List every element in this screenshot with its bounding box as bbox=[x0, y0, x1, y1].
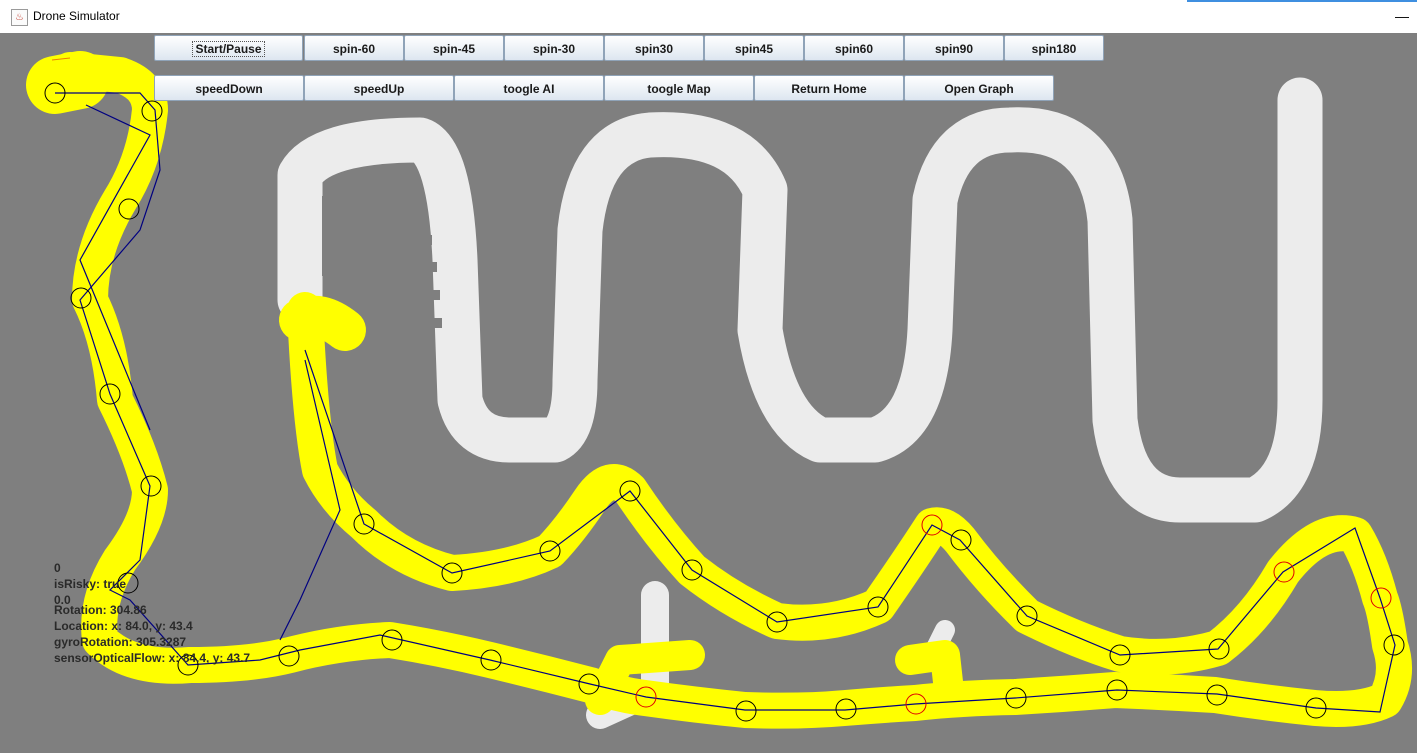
open-graph-button[interactable]: Open Graph bbox=[904, 75, 1054, 101]
spin-minus-30-button[interactable]: spin-30 bbox=[504, 35, 604, 61]
spin-minus-60-button[interactable]: spin-60 bbox=[304, 35, 404, 61]
spin-45-button[interactable]: spin45 bbox=[704, 35, 804, 61]
spin-minus-45-button[interactable]: spin-45 bbox=[404, 35, 504, 61]
toggle-map-button[interactable]: toogle Map bbox=[604, 75, 754, 101]
location-readout: Location: x: 84.0, y: 43.4 bbox=[54, 619, 193, 633]
spin-30-button[interactable]: spin30 bbox=[604, 35, 704, 61]
speed-down-button[interactable]: speedDown bbox=[154, 75, 304, 101]
spin-90-button[interactable]: spin90 bbox=[904, 35, 1004, 61]
map-view bbox=[0, 33, 1417, 753]
speed-up-button[interactable]: speedUp bbox=[304, 75, 454, 101]
title-accent bbox=[1187, 0, 1417, 2]
start-pause-button[interactable]: Start/Pause bbox=[154, 35, 303, 61]
toggle-ai-button[interactable]: toogle AI bbox=[454, 75, 604, 101]
window-title: Drone Simulator bbox=[33, 9, 120, 23]
spin-180-button[interactable]: spin180 bbox=[1004, 35, 1104, 61]
is-risky-status: isRisky: true bbox=[54, 577, 127, 591]
optical-flow-readout: sensorOpticalFlow: x: 84.4, y: 43.7 bbox=[54, 651, 251, 665]
spin-60-button[interactable]: spin60 bbox=[804, 35, 904, 61]
simulation-canvas[interactable]: Start/Pause spin-60 spin-45 spin-30 spin… bbox=[0, 33, 1417, 753]
minimize-button[interactable]: — bbox=[1387, 0, 1417, 33]
return-home-button[interactable]: Return Home bbox=[754, 75, 904, 101]
java-cup-icon: ♨ bbox=[11, 9, 28, 26]
gyro-rotation-readout: gyroRotation: 305.3287 bbox=[54, 635, 187, 649]
status-line-1: 0 bbox=[54, 561, 61, 575]
rotation-readout: Rotation: 304.86 bbox=[54, 603, 147, 617]
title-bar: ♨ Drone Simulator — bbox=[0, 0, 1417, 34]
